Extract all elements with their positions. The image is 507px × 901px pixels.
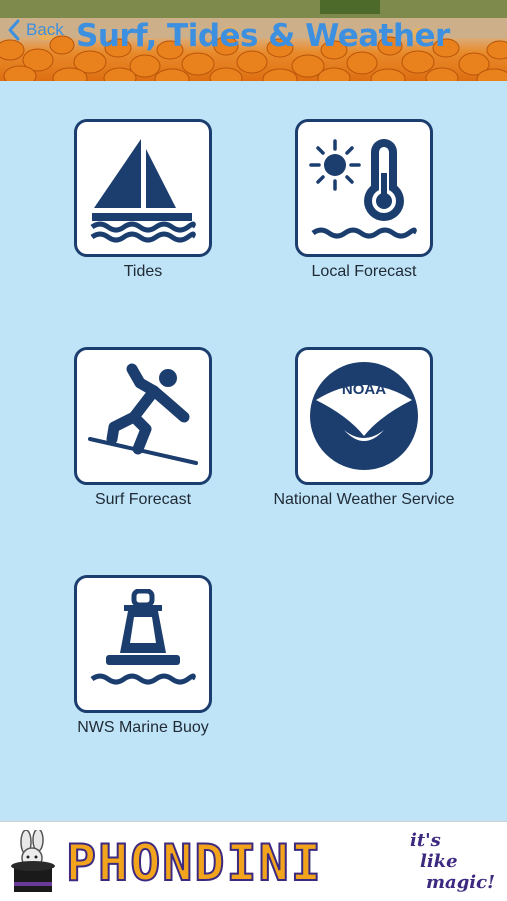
tile-label-tides: Tides	[123, 263, 163, 280]
sun-thermometer-icon	[309, 139, 417, 239]
tile-label-local-forecast: Local Forecast	[311, 263, 417, 280]
tile-surf-forecast[interactable]: Surf Forecast	[33, 347, 253, 510]
national-weather-service-icon-box[interactable]: NOAA	[295, 347, 433, 485]
back-button[interactable]: Back	[6, 18, 64, 42]
tagline-line-3: magic!	[426, 872, 495, 893]
local-forecast-icon-box[interactable]	[295, 119, 433, 257]
noaa-logo-icon: NOAA	[310, 362, 418, 470]
sailboat-icon	[90, 139, 196, 243]
surfer-icon	[88, 363, 198, 465]
buoy-icon	[90, 589, 196, 685]
tides-icon-box[interactable]	[74, 119, 212, 257]
tile-label-national-weather-service: National Weather Service	[273, 491, 455, 508]
page-title: Surf, Tides & Weather	[76, 18, 450, 54]
tagline-line-2: like	[420, 851, 458, 872]
menu-grid: Tides Local Forecast Surf Forecast NOAA …	[0, 81, 507, 821]
noaa-logo-text: NOAA	[342, 381, 386, 398]
tile-label-nws-marine-buoy: NWS Marine Buoy	[77, 719, 209, 736]
surf-forecast-icon-box[interactable]	[74, 347, 212, 485]
phondini-ad-banner[interactable]: PHONDINI it's like magic!	[0, 821, 507, 901]
tagline: it's like magic!	[410, 830, 504, 893]
chevron-left-icon	[8, 19, 20, 41]
header-banner: Back Surf, Tides & Weather	[0, 0, 507, 81]
tile-national-weather-service[interactable]: NOAA National Weather Service	[254, 347, 474, 510]
tile-tides[interactable]: Tides	[33, 119, 253, 282]
nws-marine-buoy-icon-box[interactable]	[74, 575, 212, 713]
tile-local-forecast[interactable]: Local Forecast	[254, 119, 474, 282]
tile-nws-marine-buoy[interactable]: NWS Marine Buoy	[33, 575, 253, 738]
brand-name: PHONDINI	[65, 833, 323, 893]
rabbit-in-hat-icon	[11, 830, 55, 892]
tagline-line-1: it's	[410, 830, 441, 851]
back-label: Back	[26, 20, 64, 39]
tile-label-surf-forecast: Surf Forecast	[94, 491, 192, 508]
